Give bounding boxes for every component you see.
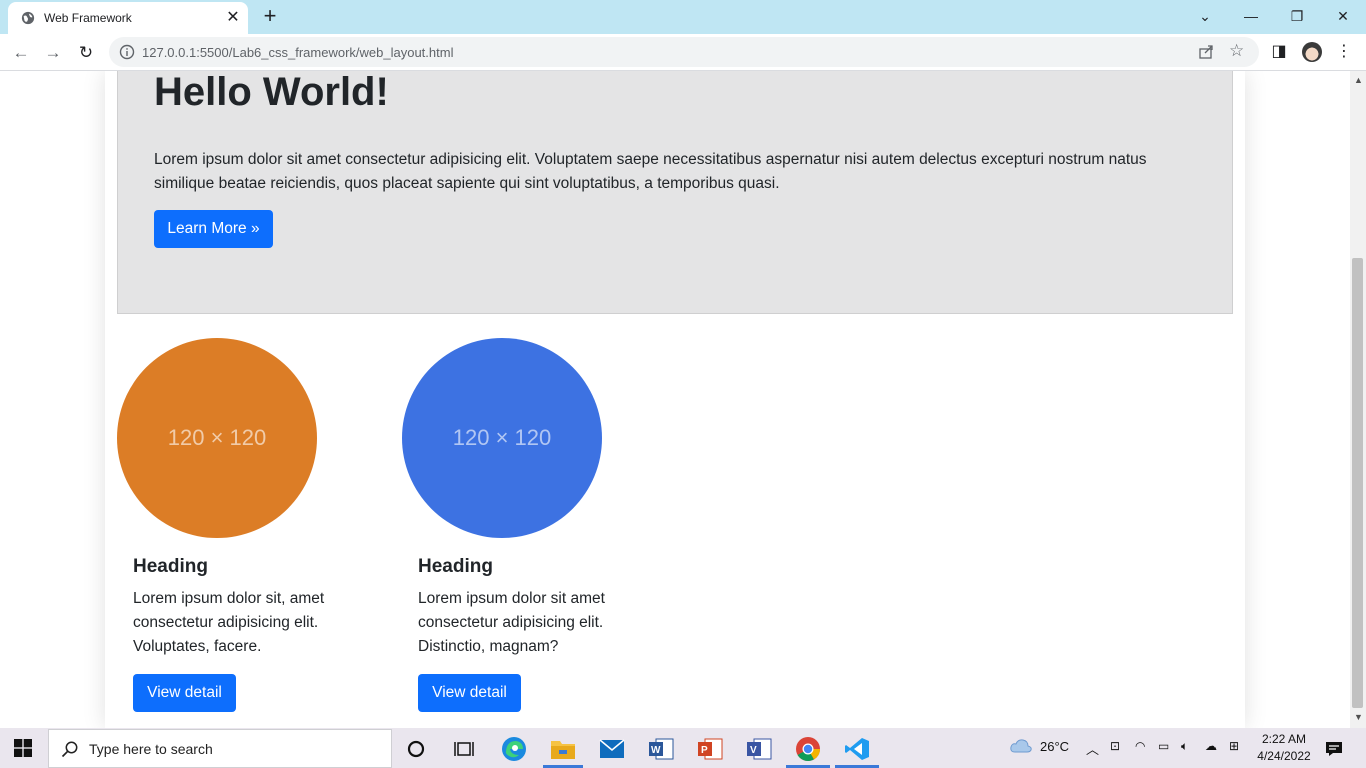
browser-toolbar: ← → ↻ 127.0.0.1:5500/Lab6_css_framework/… <box>0 34 1366 71</box>
tab-active[interactable]: Web Framework ✕ <box>8 2 248 34</box>
mail-icon[interactable] <box>596 734 628 764</box>
onedrive-icon[interactable]: ☁︎ <box>1205 739 1217 753</box>
back-arrow-icon[interactable]: ← <box>8 40 34 66</box>
meet-now-icon[interactable]: ⊡ <box>1110 739 1120 753</box>
word-icon[interactable]: W <box>645 734 677 764</box>
taskbar-search-box[interactable]: Type here to search <box>48 729 392 768</box>
search-placeholder: Type here to search <box>89 741 213 757</box>
language-icon[interactable]: ⊞ <box>1229 739 1239 753</box>
card-text-2: Lorem ipsum dolor sit amet consectetur a… <box>418 590 605 655</box>
notifications-icon[interactable] <box>1318 734 1350 764</box>
new-tab-button[interactable]: + <box>259 5 281 28</box>
svg-text:P: P <box>701 745 708 756</box>
forward-arrow-icon[interactable]: → <box>40 40 66 66</box>
site-info-icon[interactable] <box>119 44 135 60</box>
tab-title: Web Framework <box>44 11 132 25</box>
view-detail-button-1[interactable]: View detail <box>133 674 236 712</box>
chrome-icon[interactable] <box>792 734 824 764</box>
visio-icon[interactable]: V <box>743 734 775 764</box>
scroll-up-arrow-icon[interactable]: ▲ <box>1354 75 1363 85</box>
clock-time: 2:22 AM <box>1261 732 1307 746</box>
view-detail-button-2[interactable]: View detail <box>418 674 521 712</box>
chevron-up-icon[interactable]: ︿ <box>1086 739 1099 758</box>
edge-browser-icon[interactable] <box>498 734 530 764</box>
search-icon <box>61 741 78 758</box>
scrollbar-thumb[interactable] <box>1352 258 1363 708</box>
close-tab-icon[interactable]: ✕ <box>224 9 242 27</box>
card-image-1: 120 × 120 <box>117 338 317 538</box>
file-explorer-icon[interactable] <box>547 734 579 764</box>
address-bar[interactable]: 127.0.0.1:5500/Lab6_css_framework/web_la… <box>109 37 1259 67</box>
svg-text:V: V <box>750 745 757 756</box>
task-view-icon[interactable] <box>448 734 480 764</box>
close-window-button[interactable]: ✕ <box>1331 6 1355 26</box>
restore-button[interactable]: ❐ <box>1285 6 1309 26</box>
bookmark-star-icon[interactable]: ☆ <box>1229 41 1244 61</box>
learn-more-button[interactable]: Learn More » <box>154 210 273 248</box>
share-icon[interactable] <box>1197 43 1215 61</box>
minimize-button[interactable]: — <box>1239 6 1263 26</box>
menu-kebab-icon[interactable]: ⋮ <box>1333 41 1355 63</box>
windows-start-icon[interactable] <box>14 739 32 757</box>
jumbotron: Hello World! Lorem ipsum dolor sit amet … <box>117 71 1233 314</box>
card-text-1: Lorem ipsum dolor sit, amet consectetur … <box>133 590 325 655</box>
jumbotron-text: Lorem ipsum dolor sit amet consectetur a… <box>154 151 1147 192</box>
page-scrollbar[interactable]: ▲ ▼ <box>1350 71 1366 728</box>
globe-icon <box>21 11 35 25</box>
wifi-icon[interactable]: ◠ <box>1135 739 1145 753</box>
card-image-2: 120 × 120 <box>402 338 602 538</box>
page-viewport: Hello World! Lorem ipsum dolor sit amet … <box>0 71 1350 728</box>
reload-icon[interactable]: ↻ <box>73 40 99 66</box>
battery-icon[interactable]: ▭ <box>1158 739 1169 753</box>
clock[interactable]: 2:22 AM 4/24/2022 <box>1254 731 1314 765</box>
vscode-icon[interactable] <box>841 734 873 764</box>
clock-date: 4/24/2022 <box>1257 749 1311 763</box>
powerpoint-icon[interactable]: P <box>694 734 726 764</box>
tab-search-chevron-icon[interactable]: ⌄ <box>1193 6 1217 26</box>
cortana-icon[interactable] <box>400 734 432 764</box>
tab-strip: Web Framework ✕ + ⌄ — ❐ ✕ <box>0 0 1366 34</box>
card-heading-2: Heading <box>418 556 493 577</box>
svg-text:W: W <box>651 745 661 756</box>
weather-cloud-icon[interactable] <box>1010 737 1032 758</box>
jumbotron-title: Hello World! <box>154 71 389 114</box>
side-panel-icon[interactable]: ◨ <box>1268 41 1290 63</box>
windows-taskbar: Type here to search W P V 26°C ︿ ⊡ ◠ ▭ 🔈… <box>0 728 1366 768</box>
weather-temperature[interactable]: 26°C <box>1040 739 1069 754</box>
url-text: 127.0.0.1:5500/Lab6_css_framework/web_la… <box>142 45 454 60</box>
volume-icon[interactable]: 🔈︎ <box>1181 739 1188 754</box>
scroll-down-arrow-icon[interactable]: ▼ <box>1354 712 1363 722</box>
card-heading-1: Heading <box>133 556 208 577</box>
profile-avatar[interactable] <box>1302 42 1322 62</box>
